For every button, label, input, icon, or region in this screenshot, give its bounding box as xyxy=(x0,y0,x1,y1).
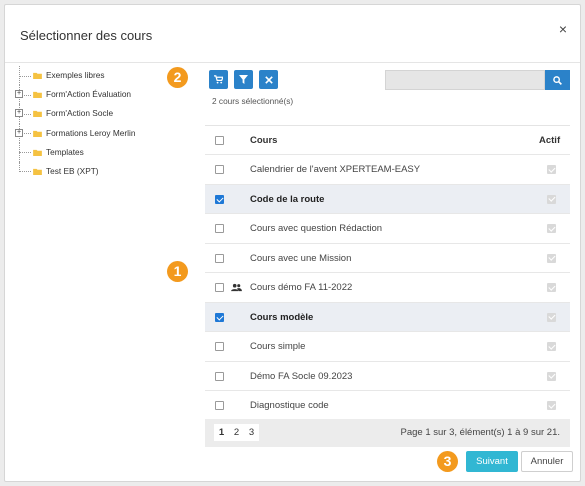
folder-icon xyxy=(33,111,42,118)
pagination-bar: 123 Page 1 sur 3, élément(s) 1 à 9 sur 2… xyxy=(205,419,570,447)
header-actif: Actif xyxy=(539,135,561,146)
page-link[interactable]: 2 xyxy=(229,424,244,441)
clear-icon xyxy=(264,75,273,84)
expand-icon[interactable]: + xyxy=(15,128,23,137)
folder-tree: Exemples libres + Form'Action Évaluation + F… xyxy=(14,66,194,181)
tree-item[interactable]: Test EB (XPT) xyxy=(14,161,194,181)
selected-count: 2 cours sélectionné(s) xyxy=(212,96,294,106)
header-cours: Cours xyxy=(250,135,278,146)
tree-line xyxy=(19,75,31,77)
tree-item[interactable]: + Form'Action Socle xyxy=(14,104,194,124)
course-name: Calendrier de l'avent XPERTEAM-EASY xyxy=(250,164,421,175)
tree-item[interactable]: Templates xyxy=(14,142,194,162)
table-row[interactable]: Diagnostique code xyxy=(205,391,570,421)
table-row[interactable]: Démo FA Socle 09.2023 xyxy=(205,362,570,391)
folder-icon xyxy=(33,72,42,79)
actif-checkbox xyxy=(547,283,556,292)
courses-table: Cours Actif Calendrier de l'avent XPERTE… xyxy=(205,125,570,421)
actif-checkbox xyxy=(547,165,556,174)
course-name: Code de la route xyxy=(250,193,325,205)
tree-item-label: Templates xyxy=(46,146,84,157)
folder-icon xyxy=(33,149,42,156)
table-row[interactable]: Calendrier de l'avent XPERTEAM-EASY xyxy=(205,155,570,185)
tree-line xyxy=(19,152,31,154)
course-name: Démo FA Socle 09.2023 xyxy=(250,370,353,382)
tree-item[interactable]: + Form'Action Évaluation xyxy=(14,85,194,105)
table-row[interactable]: Cours démo FA 11-2022 xyxy=(205,273,570,303)
actif-checkbox xyxy=(547,253,556,263)
row-checkbox[interactable] xyxy=(215,371,224,381)
expand-icon[interactable]: + xyxy=(15,90,23,99)
users-icon xyxy=(231,283,242,292)
header-divider xyxy=(5,62,580,63)
page-link[interactable]: 3 xyxy=(244,424,259,441)
search-button[interactable] xyxy=(545,70,570,90)
actif-checkbox xyxy=(547,371,556,381)
tree-item-label: Form'Action Socle xyxy=(46,108,114,119)
actif-checkbox xyxy=(547,342,556,351)
page-links: 123 xyxy=(214,424,259,441)
row-checkbox[interactable] xyxy=(215,253,224,263)
folder-icon xyxy=(33,92,42,99)
actif-checkbox xyxy=(547,401,556,410)
select-all-checkbox[interactable] xyxy=(215,136,224,145)
table-row[interactable]: Cours avec question Rédaction xyxy=(205,214,570,244)
cart-button[interactable] xyxy=(209,70,228,89)
row-checkbox[interactable] xyxy=(215,312,224,322)
course-name: Cours modèle xyxy=(250,311,314,323)
filter-icon xyxy=(239,75,248,84)
close-button[interactable]: × xyxy=(559,21,567,37)
course-name: Cours simple xyxy=(250,341,306,352)
tree-item-label: Exemples libres xyxy=(46,70,105,80)
row-checkbox[interactable] xyxy=(215,224,224,233)
actif-checkbox xyxy=(547,224,556,233)
expand-icon[interactable]: + xyxy=(15,109,23,118)
dialog-title: Sélectionner des cours xyxy=(20,28,153,43)
actif-checkbox xyxy=(547,312,556,322)
table-row[interactable]: Cours modèle xyxy=(205,302,570,332)
page-link[interactable]: 1 xyxy=(214,424,229,441)
cart-icon xyxy=(214,75,223,84)
row-checkbox[interactable] xyxy=(215,342,224,351)
filter-button[interactable] xyxy=(234,70,253,89)
page-info: Page 1 sur 3, élément(s) 1 à 9 sur 21. xyxy=(400,427,560,438)
search-icon xyxy=(553,75,562,85)
row-checkbox[interactable] xyxy=(215,194,224,204)
cancel-button[interactable]: Annuler xyxy=(521,451,573,472)
row-checkbox[interactable] xyxy=(215,283,224,292)
table-header-row: Cours Actif xyxy=(205,126,570,155)
tree-item-label: Form'Action Évaluation xyxy=(46,89,132,100)
tree-item[interactable]: + Formations Leroy Merlin xyxy=(14,123,194,143)
course-name: Cours démo FA 11-2022 xyxy=(250,282,353,293)
tree-line xyxy=(19,171,31,173)
clear-filter-button[interactable] xyxy=(259,70,278,89)
course-name: Diagnostique code xyxy=(250,400,329,411)
course-name: Cours avec question Rédaction xyxy=(250,223,383,234)
tree-item-label: Formations Leroy Merlin xyxy=(46,127,136,138)
step-badge-3: 3 xyxy=(437,451,458,472)
folder-icon xyxy=(33,168,42,175)
row-checkbox[interactable] xyxy=(215,401,224,410)
next-button[interactable]: Suivant xyxy=(466,451,518,472)
search-input[interactable] xyxy=(385,70,545,90)
row-checkbox[interactable] xyxy=(215,165,224,174)
table-row[interactable]: Code de la route xyxy=(205,184,570,214)
tree-item-label: Test EB (XPT) xyxy=(46,165,99,176)
step-badge-1: 1 xyxy=(167,261,188,282)
folder-icon xyxy=(33,130,42,137)
step-badge-2: 2 xyxy=(167,67,188,88)
actif-checkbox xyxy=(547,194,556,204)
table-row[interactable]: Cours simple xyxy=(205,332,570,362)
course-name: Cours avec une Mission xyxy=(250,252,352,264)
table-row[interactable]: Cours avec une Mission xyxy=(205,244,570,273)
